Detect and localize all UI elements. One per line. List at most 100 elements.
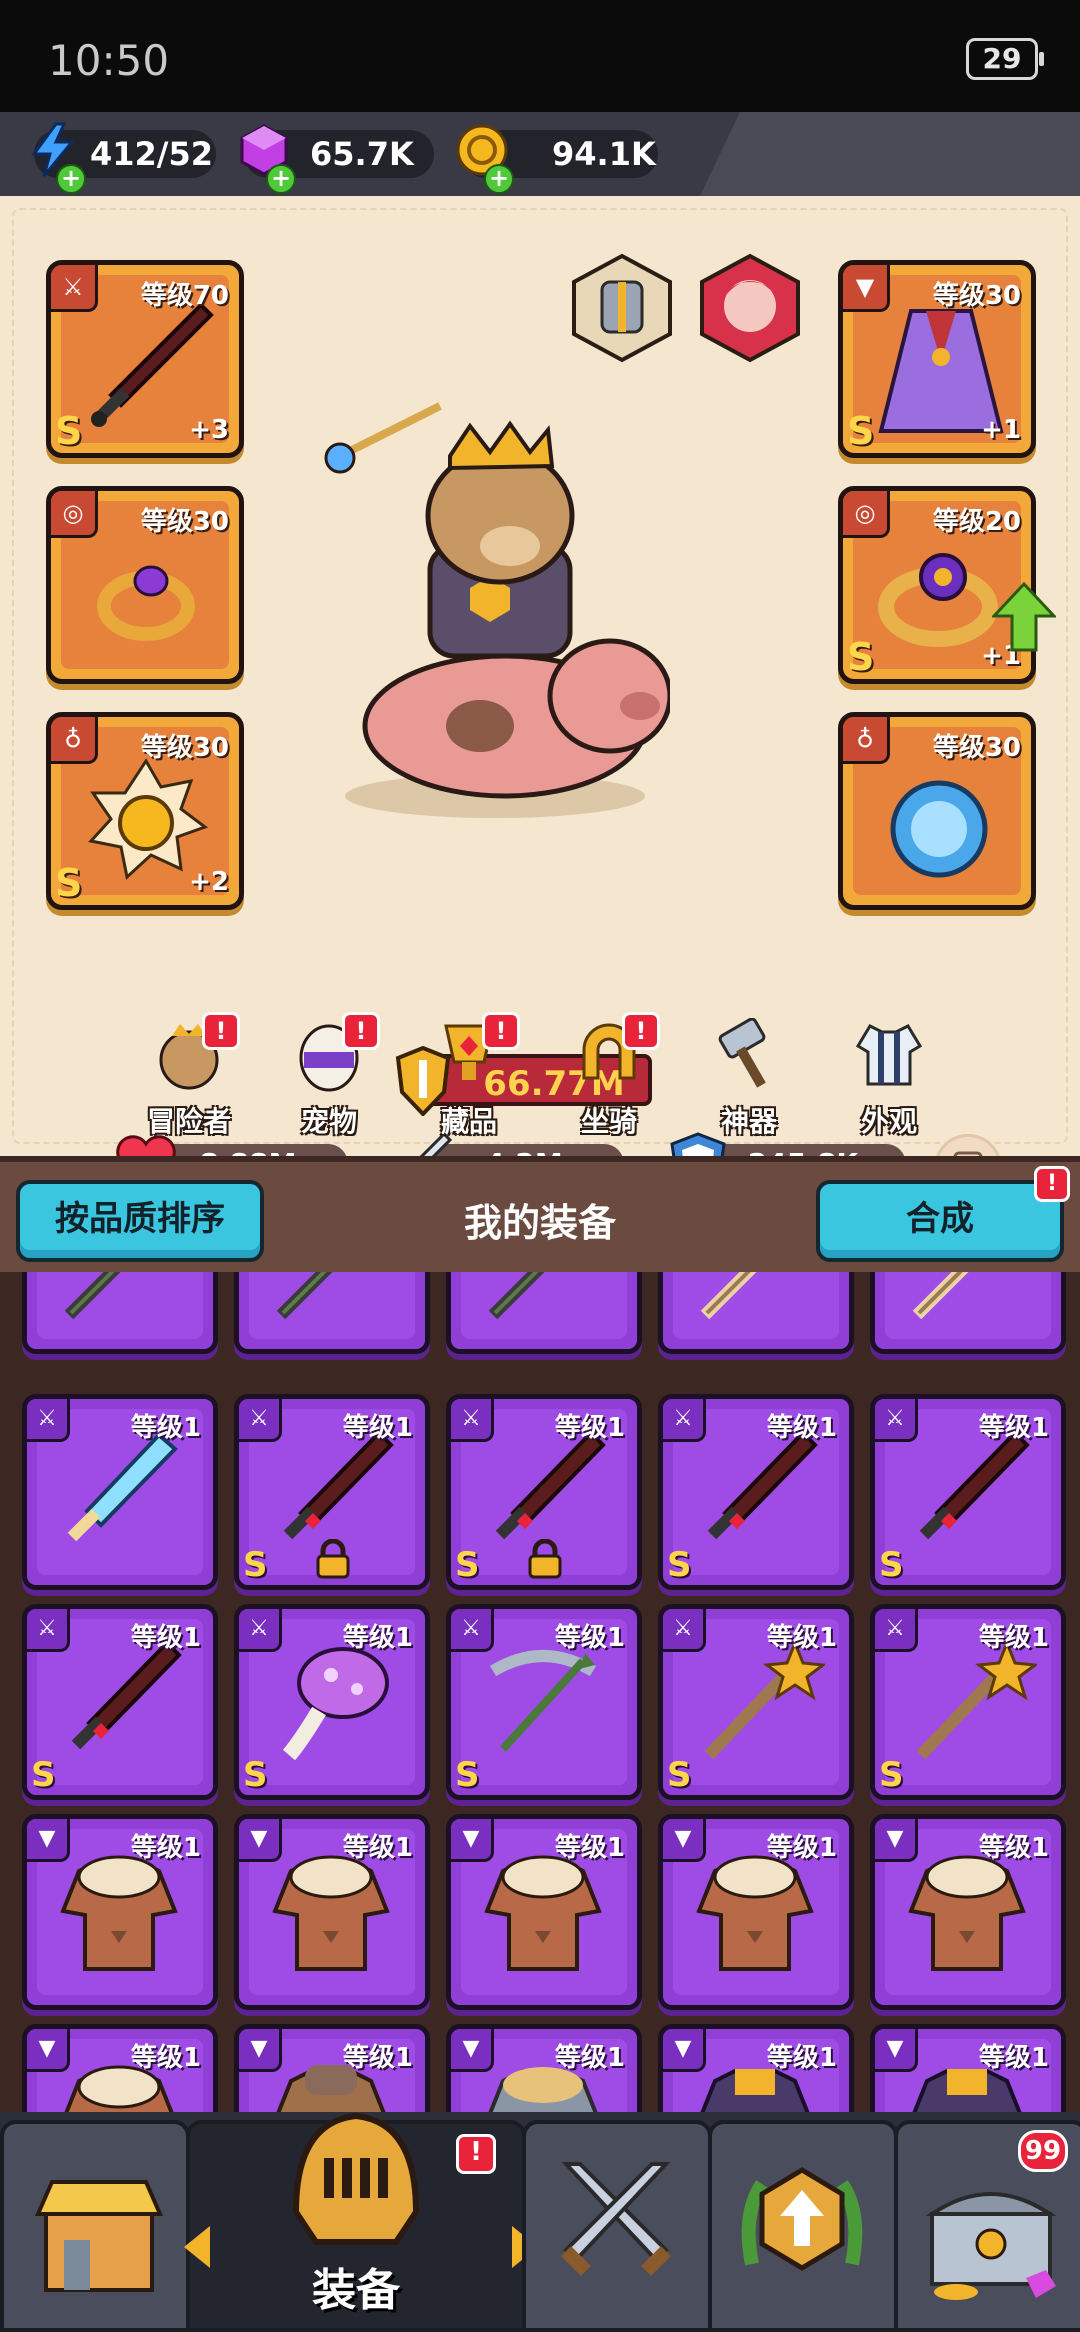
inventory-item[interactable]: ⚔ 等级1 S (234, 1394, 430, 1590)
armor-tag-icon: ▼ (663, 1819, 706, 1862)
armor-tag-icon: ▼ (27, 2029, 70, 2072)
inventory-item[interactable]: ▼ 等级1 (658, 1814, 854, 2010)
inventory-item[interactable]: ⚔ 等级1 S (658, 1394, 854, 1590)
add-energy-icon[interactable]: + (56, 164, 86, 194)
crossed-swords-icon (561, 2162, 671, 2276)
weapon-tag-icon: ⚔ (27, 1609, 70, 1652)
inventory-item[interactable] (446, 1272, 642, 1354)
tab-artifact[interactable]: 神器 (694, 1010, 804, 1140)
inventory-item[interactable]: ⚔ 等级1 S (870, 1604, 1066, 1800)
inventory-item[interactable]: ▼ 等级1 (870, 1814, 1066, 2010)
treasure-chest-icon (925, 2192, 1057, 2300)
armor-tag-icon: ▼ (875, 2029, 918, 2072)
hero-character (324, 402, 670, 818)
nav-upgrade[interactable] (708, 2120, 898, 2332)
energy-counter[interactable]: + 412/52 (31, 122, 216, 194)
gold-counter[interactable]: + 94.1K (456, 124, 658, 194)
ring-slot-left[interactable]: ◎ 等级30 (46, 486, 244, 684)
knight-skill-icon[interactable] (566, 252, 678, 364)
inventory-item[interactable]: ▼ 等级1 (446, 2024, 642, 2112)
inventory-item[interactable] (870, 1272, 1066, 1354)
inventory-item[interactable]: ▼ 等级1 (22, 1814, 218, 2010)
tab-mount[interactable]: ! 坐骑 (554, 1010, 664, 1140)
inventory-item[interactable]: ⚔ 等级1 S (234, 1604, 430, 1800)
item-rank: S (31, 1755, 56, 1795)
mage-skill-icon[interactable] (694, 252, 806, 364)
item-rank: S (667, 1545, 692, 1585)
inventory-item[interactable]: ▼ 等级1 (234, 1814, 430, 2010)
inventory-item[interactable]: ⚔ 等级1 S (446, 1604, 642, 1800)
inventory-item[interactable]: ⚔ 等级1 S (870, 1394, 1066, 1590)
merge-alert-badge: ! (1034, 1166, 1070, 1202)
weapon-tag-icon: ⚔ (663, 1609, 706, 1652)
amulet-slot-left[interactable]: ♁ 等级30 S +2 (46, 712, 244, 910)
item-level: 等级1 (554, 2043, 625, 2073)
item-level: 等级1 (130, 1413, 201, 1443)
weapon-tag-icon: ⚔ (875, 1609, 918, 1652)
weapon-tag-icon: ⚔ (451, 1399, 494, 1442)
add-gems-icon[interactable]: + (266, 164, 296, 194)
gem-counter[interactable]: + 65.7K (240, 124, 434, 194)
item-rank: S (879, 1545, 904, 1585)
status-bar: 10:50 29 (0, 0, 1080, 112)
inventory-item[interactable]: ▼ 等级1 (234, 2024, 430, 2112)
sword-icon (91, 302, 214, 427)
merge-button[interactable]: 合成 (816, 1180, 1064, 1262)
tab-appearance[interactable]: 外观 (834, 1010, 944, 1140)
nav-equipment[interactable]: ! 装备 (184, 2112, 538, 2332)
amulet-tag-icon: ♁ (843, 717, 890, 764)
item-level: 等级1 (554, 1623, 625, 1653)
upgrade-emblem-icon (741, 2167, 863, 2271)
hammer-icon (718, 1018, 766, 1088)
inventory-item[interactable] (234, 1272, 430, 1354)
nav-chest[interactable]: 99 (894, 2120, 1080, 2332)
weapon-tag-icon: ⚔ (451, 1609, 494, 1652)
nav-shop[interactable] (0, 2120, 190, 2332)
weapon-tag-icon: ⚔ (239, 1609, 282, 1652)
battery-indicator: 29 (966, 38, 1044, 80)
weapon-tag-icon: ⚔ (27, 1399, 70, 1442)
inventory-item[interactable]: ▼ 等级1 (870, 2024, 1066, 2112)
inventory-item[interactable]: ⚔ 等级1 (22, 1394, 218, 1590)
upgrade-arrow-icon[interactable] (992, 582, 1056, 652)
inventory-item[interactable]: ⚔ 等级1 S (22, 1604, 218, 1800)
resource-bar: + 412/52 + 65.7K + 94.1K (0, 112, 1080, 196)
inventory-grid: ⚔ 等级1 ⚔ 等级1 S ⚔ 等级1 S ⚔ 等级1 S ⚔ 等级1 S ⚔ 等级1 S ⚔ 等级1 S ⚔ 等级1 S ⚔… (0, 1272, 1080, 2112)
add-gold-icon[interactable]: + (484, 164, 514, 194)
tab-collection[interactable]: ! 藏品 (414, 1010, 524, 1140)
amulet-icon (890, 780, 988, 878)
inventory-item[interactable] (658, 1272, 854, 1354)
staff-light-icon (912, 1272, 969, 1320)
clock: 10:50 (48, 36, 170, 85)
nav-battle[interactable] (522, 2120, 712, 2332)
tab-pet[interactable]: ! 宠物 (274, 1010, 384, 1140)
inventory-item[interactable] (22, 1272, 218, 1354)
item-level: 等级1 (342, 2043, 413, 2073)
weapon-slot[interactable]: ⚔ 等级70 S +3 (46, 260, 244, 458)
tab-adventurer[interactable]: ! 冒险者 (134, 1010, 244, 1140)
inventory-item[interactable]: ⚔ 等级1 S (658, 1604, 854, 1800)
item-level: 等级1 (130, 2043, 201, 2073)
armor-slot[interactable]: ▼ 等级30 S +1 (838, 260, 1036, 458)
armor-tag-icon: ▼ (239, 1819, 282, 1862)
armor-tag-icon: ▼ (451, 2029, 494, 2072)
item-level: 等级1 (342, 1833, 413, 1863)
outfit-icon (855, 1024, 923, 1086)
ring-icon (97, 565, 195, 641)
amulet-slot-right[interactable]: ♁ 等级30 (838, 712, 1036, 910)
item-level: 等级1 (766, 1413, 837, 1443)
staff-dark-icon (488, 1272, 545, 1320)
shop-icon (34, 2180, 164, 2292)
staff-dark-icon (64, 1272, 121, 1320)
item-rank: S (455, 1545, 480, 1585)
armor-tag-icon: ▼ (451, 1819, 494, 1862)
item-rank: S (879, 1755, 904, 1795)
chest-count-badge: 99 (1018, 2130, 1068, 2172)
ring-tag-icon: ◎ (843, 491, 890, 538)
inventory-item[interactable]: ▼ 等级1 (446, 1814, 642, 2010)
item-rank: S (667, 1755, 692, 1795)
inventory-item[interactable]: ▼ 等级1 (658, 2024, 854, 2112)
item-level: 等级1 (342, 1413, 413, 1443)
inventory-item[interactable]: ⚔ 等级1 S (446, 1394, 642, 1590)
inventory-item[interactable]: ▼ 等级1 (22, 2024, 218, 2112)
